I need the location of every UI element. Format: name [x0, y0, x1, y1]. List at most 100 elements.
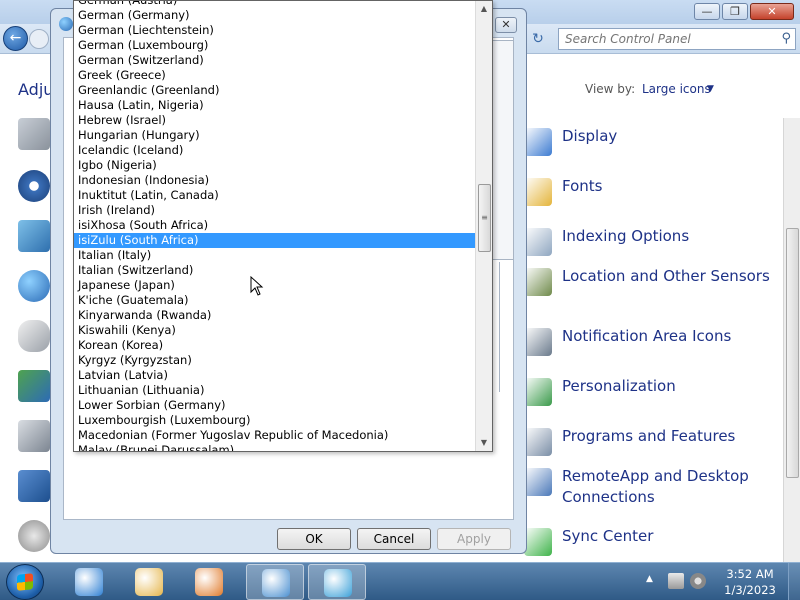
- search-input[interactable]: [559, 29, 759, 49]
- clock[interactable]: 3:52 AM 1/3/2023: [718, 566, 782, 598]
- dialog-close-button[interactable]: ✕: [495, 17, 517, 33]
- dropdown-option[interactable]: Irish (Ireland): [74, 203, 477, 218]
- dropdown-scrollbar-thumb[interactable]: ≡: [478, 184, 491, 252]
- control-panel-item-label: RemoteApp and Desktop Connections: [562, 467, 749, 506]
- volume-muted-icon[interactable]: [690, 573, 706, 589]
- dropdown-option[interactable]: German (Luxembourg): [74, 38, 477, 53]
- close-button[interactable]: ✕: [750, 3, 794, 20]
- dropdown-option[interactable]: Japanese (Japan): [74, 278, 477, 293]
- dropdown-option[interactable]: Italian (Switzerland): [74, 263, 477, 278]
- control-panel-item-label: Sync Center: [562, 527, 654, 545]
- apply-button[interactable]: Apply: [437, 528, 511, 550]
- network-icon[interactable]: [668, 573, 684, 589]
- dropdown-option[interactable]: Lower Sorbian (Germany): [74, 398, 477, 413]
- sync-center-icon: [524, 528, 552, 556]
- network-sharing-icon[interactable]: [18, 370, 50, 402]
- programs-features-icon: [524, 428, 552, 456]
- control-panel-item-label: Location and Other Sensors: [562, 267, 770, 285]
- dropdown-option[interactable]: Greenlandic (Greenland): [74, 83, 477, 98]
- taskbar-button[interactable]: [120, 564, 178, 600]
- dropdown-option[interactable]: Macedonian (Former Yugoslav Republic of …: [74, 428, 477, 443]
- cancel-button[interactable]: Cancel: [357, 528, 431, 550]
- dropdown-option[interactable]: Hausa (Latin, Nigeria): [74, 98, 477, 113]
- dropdown-option[interactable]: Lithuanian (Lithuania): [74, 383, 477, 398]
- phone-modem-icon[interactable]: [18, 420, 50, 452]
- dropdown-option[interactable]: isiXhosa (South Africa): [74, 218, 477, 233]
- chevron-down-icon[interactable]: ▼: [707, 84, 714, 94]
- scrollbar-thumb[interactable]: [786, 228, 799, 478]
- dropdown-option[interactable]: Indonesian (Indonesia): [74, 173, 477, 188]
- taskbar-button[interactable]: [180, 564, 238, 600]
- control-panel-item-label: Personalization: [562, 377, 676, 395]
- dropdown-option[interactable]: isiZulu (South Africa): [74, 233, 477, 248]
- windows-explorer-icon: [135, 568, 163, 596]
- dropdown-scrollbar[interactable]: ▲ ≡ ▼: [475, 1, 492, 451]
- control-panel-item[interactable]: Programs and Features: [524, 426, 772, 456]
- dropdown-option[interactable]: German (Switzerland): [74, 53, 477, 68]
- backup-restore-icon[interactable]: [18, 170, 50, 202]
- dropdown-option[interactable]: Inuktitut (Latin, Canada): [74, 188, 477, 203]
- action-center-icon[interactable]: [18, 118, 50, 150]
- dropdown-option[interactable]: Kyrgyz (Kyrgyzstan): [74, 353, 477, 368]
- scroll-down-icon[interactable]: ▼: [476, 435, 492, 451]
- control-panel-item-label: Indexing Options: [562, 227, 690, 245]
- control-panel-item[interactable]: Fonts: [524, 176, 772, 206]
- dropdown-option[interactable]: Latvian (Latvia): [74, 368, 477, 383]
- dropdown-option[interactable]: Luxembourgish (Luxembourg): [74, 413, 477, 428]
- control-panel-item[interactable]: Personalization: [524, 376, 772, 406]
- search-box[interactable]: ⚲: [558, 28, 796, 50]
- internet-explorer-icon: [75, 568, 103, 596]
- dropdown-option[interactable]: Igbo (Nigeria): [74, 158, 477, 173]
- control-panel-item-label: Display: [562, 127, 618, 145]
- dropdown-option[interactable]: German (Austria): [74, 1, 477, 8]
- dropdown-option[interactable]: German (Germany): [74, 8, 477, 23]
- search-icon[interactable]: ⚲: [781, 31, 791, 46]
- control-panel-item[interactable]: Display: [524, 126, 772, 156]
- sound-icon[interactable]: [18, 520, 50, 552]
- control-panel-item[interactable]: Location and Other Sensors: [524, 266, 772, 296]
- control-panel-icon: [262, 569, 290, 597]
- start-button[interactable]: [6, 564, 44, 600]
- show-desktop-button[interactable]: [788, 563, 800, 600]
- taskbar-button[interactable]: [308, 564, 366, 600]
- refresh-icon[interactable]: ↻: [528, 29, 548, 49]
- dropdown-option[interactable]: Hungarian (Hungary): [74, 128, 477, 143]
- taskbar-button[interactable]: [60, 564, 118, 600]
- dropdown-option[interactable]: Italian (Italy): [74, 248, 477, 263]
- globe-icon: [59, 17, 73, 31]
- dropdown-option[interactable]: Korean (Korea): [74, 338, 477, 353]
- control-panel-item[interactable]: RemoteApp and Desktop Connections: [524, 466, 772, 508]
- control-panel-item[interactable]: Sync Center: [524, 526, 772, 556]
- ok-button[interactable]: OK: [277, 528, 351, 550]
- control-panel-item[interactable]: Indexing Options: [524, 226, 772, 256]
- mouse-icon[interactable]: [18, 320, 50, 352]
- control-panel-scrollbar[interactable]: [783, 118, 800, 562]
- control-panel-item-label: Notification Area Icons: [562, 327, 732, 345]
- view-by-label: View by:: [585, 82, 636, 96]
- minimize-button[interactable]: —: [694, 3, 720, 20]
- taskbar-button[interactable]: [246, 564, 304, 600]
- forward-button[interactable]: [29, 29, 49, 49]
- dropdown-option[interactable]: Malay (Brunei Darussalam): [74, 443, 477, 451]
- dropdown-option[interactable]: German (Liechtenstein): [74, 23, 477, 38]
- dropdown-option[interactable]: Greek (Greece): [74, 68, 477, 83]
- dropdown-option[interactable]: Icelandic (Iceland): [74, 143, 477, 158]
- back-button[interactable]: ←: [3, 26, 28, 51]
- remote-icon[interactable]: [18, 470, 50, 502]
- date-time-icon[interactable]: [18, 270, 50, 302]
- control-panel-item[interactable]: Notification Area Icons: [524, 326, 772, 356]
- inner-dialog-edge: [492, 40, 514, 260]
- credential-manager-icon[interactable]: [18, 220, 50, 252]
- control-panel-item-label: Fonts: [562, 177, 603, 195]
- dropdown-option[interactable]: Hebrew (Israel): [74, 113, 477, 128]
- dropdown-option[interactable]: Kiswahili (Kenya): [74, 323, 477, 338]
- remoteapp-icon: [524, 468, 552, 496]
- language-dropdown-list[interactable]: German (Austria) German (Germany) German (…: [73, 0, 493, 452]
- maximize-button[interactable]: ❐: [722, 3, 748, 20]
- dropdown-option[interactable]: Kinyarwanda (Rwanda): [74, 308, 477, 323]
- scroll-up-icon[interactable]: ▲: [476, 1, 492, 17]
- show-hidden-icons-icon[interactable]: ▲: [646, 574, 653, 584]
- dropdown-option[interactable]: K'iche (Guatemala): [74, 293, 477, 308]
- view-by-dropdown[interactable]: Large icons: [642, 82, 711, 96]
- indexing-options-icon: [524, 228, 552, 256]
